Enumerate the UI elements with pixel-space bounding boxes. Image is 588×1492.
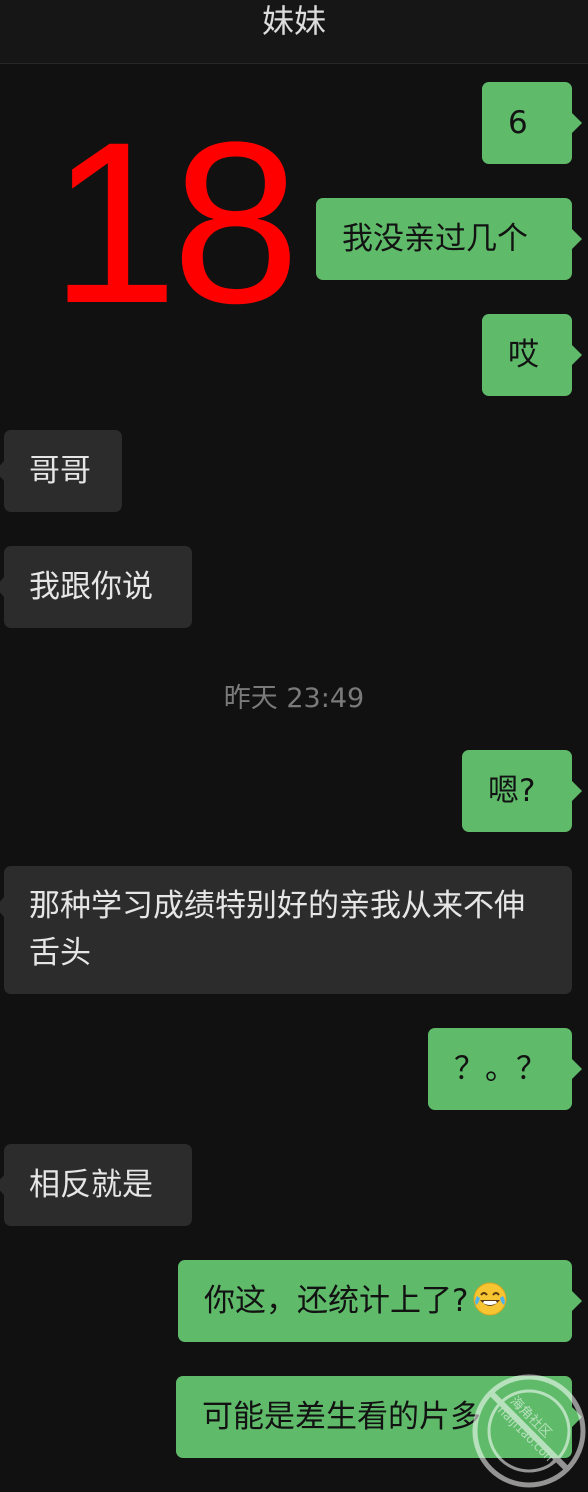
face-with-tears-of-joy-icon [473,1282,507,1316]
outgoing-message[interactable]: ？。？ [428,1028,582,1110]
outgoing-message[interactable]: 嗯? [462,750,582,832]
message-text: 嗯? [488,773,536,809]
message-text: 你这，还统计上了? [204,1283,469,1319]
incoming-message[interactable]: 相反就是 [0,1144,192,1226]
watermark-logo: 海角社区 haiji1ao.com [472,1374,586,1488]
message-text: ？。？ [454,1051,547,1087]
incoming-message[interactable]: 那种学习成绩特别好的亲我从来不伸舌头 [0,866,572,994]
message-text: 我没亲过几个 [342,221,528,257]
overlay-number: 18 [50,94,300,351]
outgoing-message[interactable]: 你这，还统计上了? [178,1260,582,1342]
message-text: 我跟你说 [29,569,153,605]
incoming-message[interactable]: 我跟你说 [0,546,192,628]
outgoing-message[interactable]: 哎 [482,314,582,396]
message-timestamp: 昨天 23:49 [223,683,365,714]
contact-name[interactable]: 妹妹 [0,0,588,42]
message-text: 相反就是 [29,1167,153,1203]
incoming-message[interactable]: 哥哥 [0,430,122,512]
message-text: 6 [508,105,528,141]
message-text: 哎 [508,337,539,373]
outgoing-message[interactable]: 6 [482,82,582,164]
message-text: 哥哥 [29,453,91,489]
outgoing-message[interactable]: 我没亲过几个 [316,198,582,280]
message-text: 那种学习成绩特别好的亲我从来不伸舌头 [29,888,525,971]
chat-header: 妹妹 [0,0,588,64]
